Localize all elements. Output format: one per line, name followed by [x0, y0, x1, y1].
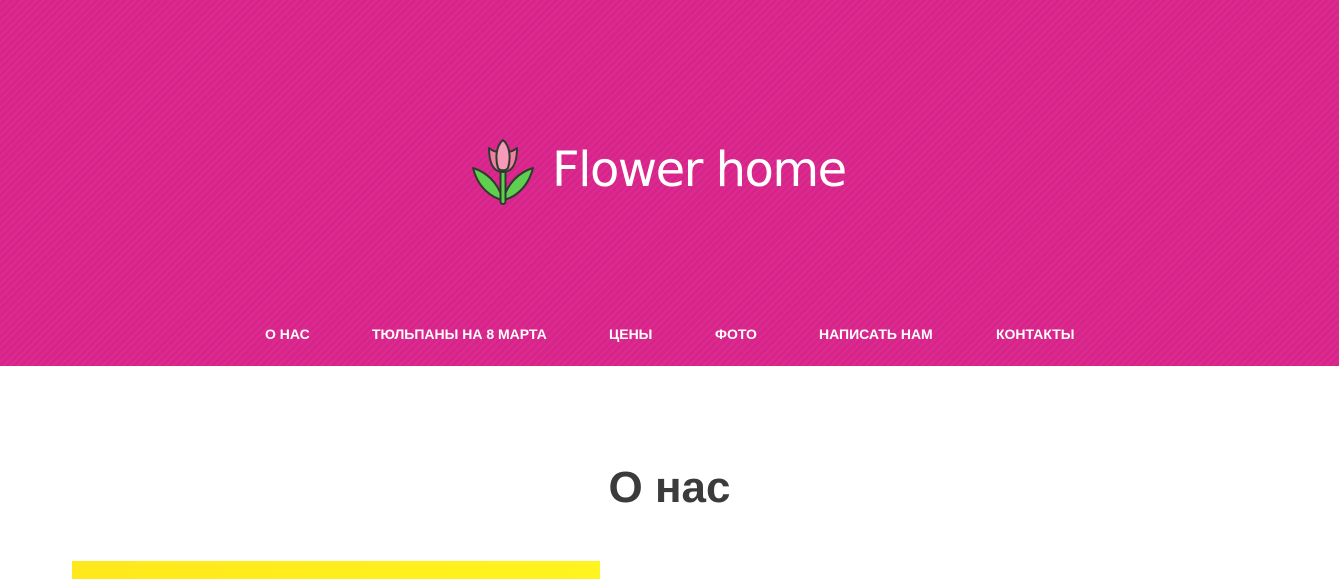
nav-item-contacts[interactable]: КОНТАКТЫ	[996, 326, 1074, 342]
about-section-title: О нас	[608, 463, 731, 512]
logo-link[interactable]: Flower home	[470, 134, 847, 210]
site-title: Flower home	[552, 142, 847, 198]
tulip-icon	[472, 139, 534, 205]
nav-item-prices[interactable]: ЦЕНЫ	[609, 326, 652, 342]
nav-item-write-us[interactable]: НАПИСАТЬ НАМ	[819, 326, 933, 342]
site-header: Flower home О НАС ТЮЛЬПАНЫ НА 8 МАРТА ЦЕ…	[0, 0, 1339, 366]
about-image	[72, 561, 600, 579]
nav-item-photo[interactable]: ФОТО	[715, 326, 757, 342]
nav-item-about[interactable]: О НАС	[265, 326, 310, 342]
main-nav: О НАС ТЮЛЬПАНЫ НА 8 МАРТА ЦЕНЫ ФОТО НАПИ…	[0, 326, 1339, 346]
nav-item-tulips-march-8[interactable]: ТЮЛЬПАНЫ НА 8 МАРТА	[372, 326, 547, 342]
